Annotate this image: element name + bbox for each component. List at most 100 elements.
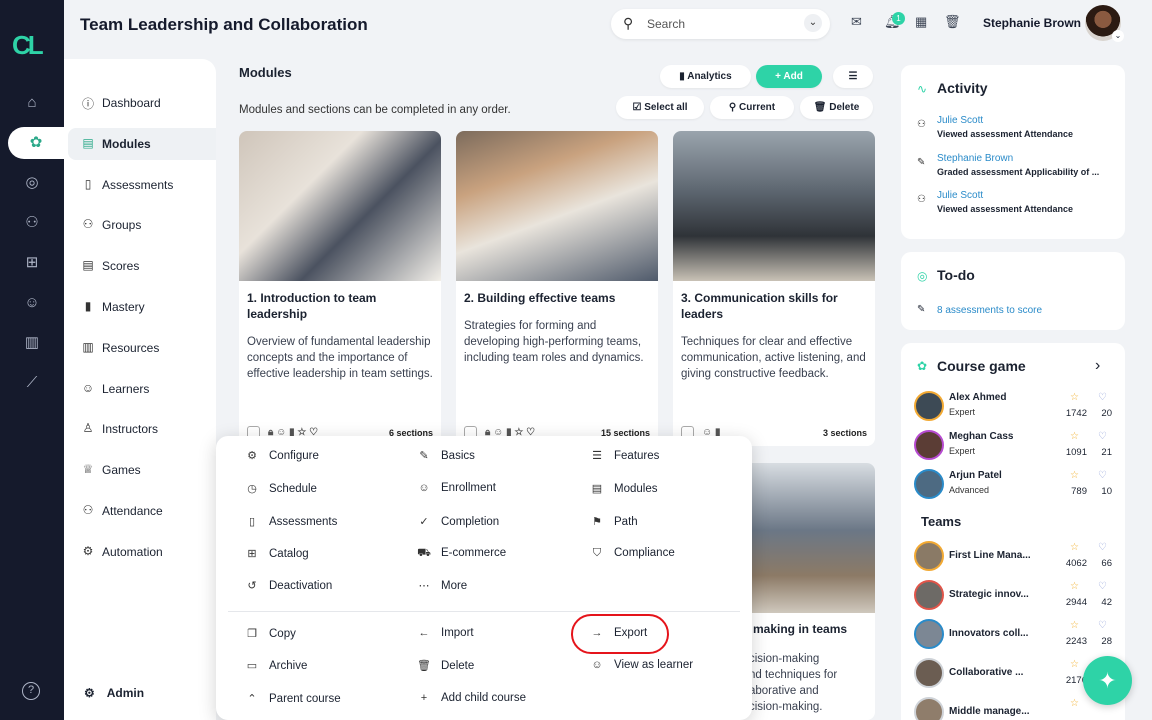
add-button[interactable]: + Add [756, 65, 822, 88]
menu-item-configure[interactable]: ⚙ Configure [245, 449, 319, 462]
analytics-button[interactable]: ▮ Analytics [660, 65, 751, 88]
sparkle-icon[interactable]: ✦ [1083, 656, 1132, 705]
mail-icon[interactable]: ✉ [851, 14, 862, 30]
menu-item-features[interactable]: ☰ Features [590, 449, 659, 462]
activity-user[interactable]: Stephanie Brown [937, 153, 1013, 164]
team-row[interactable]: First Line Mana... ☆ ♡ 4062 66 [914, 540, 1114, 574]
menu-item-enrollment[interactable]: ☺ Enrollment [417, 482, 496, 494]
menu-item-archive[interactable]: ▭ Archive [245, 659, 308, 672]
activity-text: Viewed assessment Attendance [937, 129, 1074, 139]
scores-icon: ▤ [82, 258, 94, 272]
nav-item-mastery[interactable]: ▮ Mastery [68, 291, 216, 323]
module-title: 1. Introduction to team leadership [247, 291, 377, 321]
app-logo[interactable]: CL [12, 30, 52, 62]
select-all-button[interactable]: ☑ Select all [616, 96, 704, 119]
menu-item-parent-course[interactable]: ⌃ Parent course [245, 692, 340, 705]
menu-item-completion[interactable]: ✓ Completion [417, 515, 499, 528]
menu-item-import[interactable]: ← Import [417, 627, 474, 639]
nav-label: Attendance [102, 504, 163, 518]
player-row[interactable]: Arjun Patel Advanced ☆ ♡ 789 10 [914, 468, 1114, 502]
player-row[interactable]: Meghan Cass Expert ☆ ♡ 1091 21 [914, 429, 1114, 463]
team-name: Strategic innov... [949, 589, 1029, 600]
menu-item-assessments[interactable]: ▯ Assessments [245, 515, 337, 528]
menu-item-modules[interactable]: ▤ Modules [590, 482, 658, 495]
nav-item-assessments[interactable]: ▯ Assessments [68, 169, 216, 201]
team-row[interactable]: Middle manage... ☆ [914, 696, 1114, 720]
grid-icon[interactable]: ⊞ [0, 247, 64, 279]
admin-button[interactable]: ⚙ Admin [84, 686, 156, 700]
menu-label: View as learner [614, 659, 694, 671]
module-card[interactable]: 2. Building effective teams Strategies f… [456, 131, 658, 446]
chevron-down-icon[interactable]: ⌄ [804, 14, 822, 32]
automation-icon: ⚙ [82, 544, 94, 558]
menu-item-ecommerce[interactable]: ⛟ E-commerce [417, 547, 506, 561]
menu-item-basics[interactable]: ✎ Basics [417, 449, 474, 462]
list-view-icon[interactable]: ☰ [833, 65, 873, 88]
search-input[interactable]: Search [647, 17, 685, 31]
current-label: Current [738, 102, 776, 113]
activity-text: Viewed assessment Attendance [937, 204, 1074, 214]
nav-label: Scores [102, 259, 140, 273]
menu-item-schedule[interactable]: ◷ Schedule [245, 482, 317, 495]
avatar [914, 697, 944, 720]
activity-user[interactable]: Julie Scott [937, 115, 983, 126]
menu-item-view-as-learner[interactable]: ☺ View as learner [590, 659, 693, 671]
chevron-right-icon[interactable]: › [1095, 357, 1100, 375]
current-button[interactable]: ⚲ Current [710, 96, 794, 119]
module-card[interactable]: 3. Communication skills for leaders Tech… [673, 131, 875, 446]
nav-item-automation[interactable]: ⚙ Automation [68, 536, 216, 568]
badge-icon: ♡ [1098, 431, 1107, 442]
context-menu [216, 436, 752, 720]
trash-icon[interactable]: 🗑︎ [944, 14, 961, 30]
section-count: 3 sections [822, 428, 867, 438]
activity-user[interactable]: Julie Scott [937, 190, 983, 201]
help-icon[interactable]: ? [22, 682, 40, 700]
menu-label: More [441, 580, 468, 592]
nav-item-instructors[interactable]: ♙ Instructors [68, 413, 216, 445]
delete-button[interactable]: 🗑︎ Delete [800, 96, 873, 119]
team-row[interactable]: Strategic innov... ☆ ♡ 2944 42 [914, 579, 1114, 613]
user-name[interactable]: Stephanie Brown [983, 16, 1081, 30]
activity-title: Activity [937, 80, 988, 96]
menu-item-copy[interactable]: ❐ Copy [245, 627, 296, 640]
player-rank: Advanced [949, 485, 990, 495]
nav-label: Assessments [102, 178, 174, 192]
nav-item-dashboard[interactable]: ⓘ Dashboard [68, 87, 216, 119]
people-icon[interactable]: ⚇ [0, 207, 64, 239]
people-icon: ⚇ [917, 119, 926, 130]
home-icon[interactable]: ⌂ [0, 87, 64, 119]
user-icon[interactable]: ☺ [0, 287, 64, 319]
nav-item-games[interactable]: ♕ Games [68, 454, 216, 486]
menu-item-catalog[interactable]: ⊞ Catalog [245, 547, 308, 560]
nav-item-modules[interactable]: ▤ Modules [68, 128, 216, 160]
menu-divider [228, 611, 740, 612]
nav-item-groups[interactable]: ⚇ Groups [68, 209, 216, 241]
menu-item-path[interactable]: ⚑ Path [590, 515, 638, 528]
user-icon: ☺ [418, 482, 430, 494]
player-badges: 20 [1101, 408, 1112, 419]
desc-line: cision-making. [749, 701, 823, 713]
menu-item-more[interactable]: ⋯ More [417, 579, 468, 592]
courses-icon[interactable]: ✿ [8, 127, 64, 159]
target-icon[interactable]: ◎ [0, 167, 64, 199]
search-box[interactable]: ⚲ Search ⌄ [611, 9, 830, 39]
team-row[interactable]: Innovators coll... ☆ ♡ 2243 28 [914, 618, 1114, 652]
nav-item-learners[interactable]: ☺ Learners [68, 373, 216, 405]
star-icon: ☆ [1070, 659, 1079, 670]
avatar [914, 430, 944, 460]
menu-item-deactivation[interactable]: ↺ Deactivation [245, 579, 332, 592]
player-row[interactable]: Alex Ahmed Expert ☆ ♡ 1742 20 [914, 390, 1114, 424]
menu-item-compliance[interactable]: ⛉ Compliance [590, 547, 675, 560]
nav-item-attendance[interactable]: ⚇ Attendance [68, 495, 216, 527]
menu-item-delete[interactable]: 🗑︎ Delete [417, 659, 474, 672]
nav-item-resources[interactable]: ▥ Resources [68, 332, 216, 364]
todo-link[interactable]: 8 assessments to score [937, 305, 1042, 316]
nav-item-scores[interactable]: ▤ Scores [68, 250, 216, 282]
calendar-icon[interactable]: ▦ [915, 14, 927, 30]
chevron-down-icon[interactable]: ⌄ [1112, 30, 1124, 42]
chart-icon[interactable]: ⟋ [0, 367, 64, 399]
library-icon[interactable]: ▥ [0, 327, 64, 359]
menu-item-add-child-course[interactable]: + Add child course [417, 692, 526, 704]
module-card[interactable]: 1. Introduction to team leadership Overv… [239, 131, 441, 446]
assessment-icon: ▯ [84, 177, 92, 191]
